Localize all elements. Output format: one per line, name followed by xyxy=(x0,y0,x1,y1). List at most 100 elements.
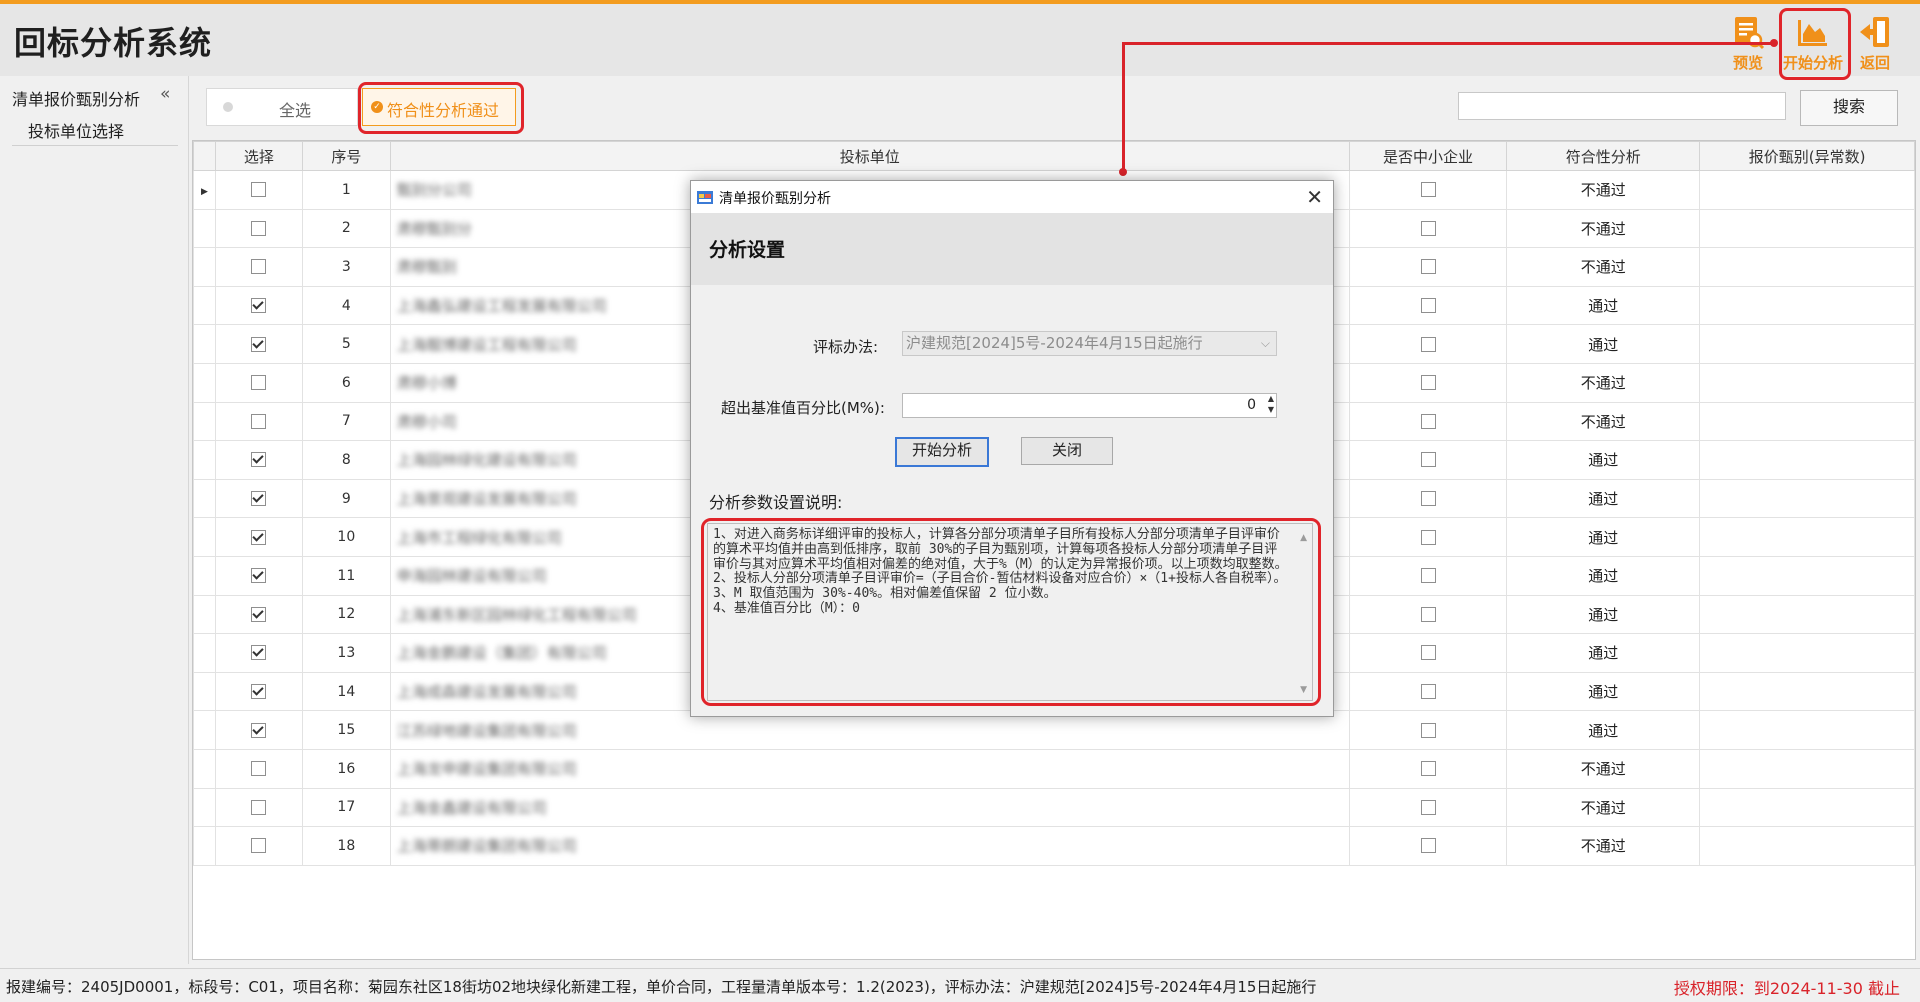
app-header: 回标分析系统 预览 开始分析 返回 xyxy=(0,4,1920,80)
compliance-cell: 通过 xyxy=(1506,440,1701,480)
sme-cell xyxy=(1348,517,1508,557)
return-button[interactable]: 返回 xyxy=(1846,14,1904,76)
method-select[interactable]: 沪建规范[2024]5号-2024年4月15日起施行 ⌵ xyxy=(902,331,1277,356)
bidder-text: 上海成森建设发展有限公司 xyxy=(396,683,577,702)
search-button[interactable]: 搜索 xyxy=(1800,90,1898,126)
price-screening-cell xyxy=(1699,324,1915,364)
sme-checkbox[interactable] xyxy=(1420,722,1436,738)
seq-cell: 2 xyxy=(301,208,391,249)
select-checkbox[interactable] xyxy=(251,336,267,352)
close-icon[interactable]: ✕ xyxy=(1306,185,1323,209)
select-checkbox[interactable] xyxy=(251,684,267,700)
row-indicator xyxy=(193,633,216,673)
select-checkbox[interactable] xyxy=(251,799,267,815)
select-all-option[interactable]: 全选 xyxy=(206,88,358,126)
sme-checkbox[interactable] xyxy=(1420,452,1436,468)
select-checkbox[interactable] xyxy=(251,220,267,236)
seq-text: 17 xyxy=(337,799,356,816)
sme-checkbox[interactable] xyxy=(1420,684,1436,700)
dialog-titlebar[interactable]: 清单报价甄别分析 ✕ xyxy=(691,181,1333,213)
close-dialog-button[interactable]: 关闭 xyxy=(1021,437,1113,465)
col-seq[interactable]: 序号 xyxy=(301,141,391,171)
select-checkbox[interactable] xyxy=(251,645,267,661)
sme-checkbox[interactable] xyxy=(1420,220,1436,236)
sme-checkbox[interactable] xyxy=(1420,375,1436,391)
price-screening-cell xyxy=(1699,826,1915,866)
select-checkbox[interactable] xyxy=(251,375,267,391)
select-checkbox[interactable] xyxy=(251,606,267,622)
col-compliance[interactable]: 符合性分析 xyxy=(1506,141,1701,171)
compliance-cell: 不通过 xyxy=(1506,787,1701,828)
row-indicator xyxy=(193,555,216,596)
sidebar-item-bidder-selection[interactable]: 投标单位选择 xyxy=(12,118,178,146)
select-checkbox[interactable] xyxy=(251,761,267,777)
select-checkbox[interactable] xyxy=(251,298,267,314)
sme-cell xyxy=(1348,710,1508,750)
sme-cell xyxy=(1348,170,1508,210)
select-checkbox[interactable] xyxy=(251,529,267,545)
sme-cell xyxy=(1348,401,1508,442)
table-row[interactable]: 16 上海龙申建设集团有限公司 不通过 xyxy=(193,748,1915,789)
select-all-label: 全选 xyxy=(279,101,312,120)
sme-checkbox[interactable] xyxy=(1420,491,1436,507)
sme-checkbox[interactable] xyxy=(1420,761,1436,777)
spin-down-icon[interactable]: ▼ xyxy=(1268,405,1274,414)
col-price-screening[interactable]: 报价甄别(异常数) xyxy=(1699,141,1915,171)
start-analysis-dialog-button[interactable]: 开始分析 xyxy=(895,437,989,467)
select-checkbox[interactable] xyxy=(251,491,267,507)
sme-checkbox[interactable] xyxy=(1420,413,1436,429)
row-indicator xyxy=(193,401,216,442)
sme-checkbox[interactable] xyxy=(1420,568,1436,584)
compliance-text: 通过 xyxy=(1588,683,1619,702)
sme-checkbox[interactable] xyxy=(1420,645,1436,661)
compliance-text: 不通过 xyxy=(1580,412,1626,431)
select-checkbox[interactable] xyxy=(251,568,267,584)
compliance-text: 通过 xyxy=(1588,335,1619,354)
preview-label: 预览 xyxy=(1732,54,1763,72)
sme-checkbox[interactable] xyxy=(1420,182,1436,198)
select-checkbox[interactable] xyxy=(251,452,267,468)
select-checkbox[interactable] xyxy=(251,838,267,854)
select-checkbox[interactable] xyxy=(251,413,267,429)
sme-checkbox[interactable] xyxy=(1420,259,1436,275)
bidder-text: 甄别分公司 xyxy=(396,181,472,200)
compliance-text: 通过 xyxy=(1588,451,1619,470)
preview-button[interactable]: 预览 xyxy=(1719,14,1777,76)
sme-checkbox[interactable] xyxy=(1420,336,1436,352)
percent-stepper[interactable]: 0 ▲ ▼ xyxy=(902,393,1277,418)
price-screening-cell xyxy=(1699,748,1915,789)
seq-cell: 18 xyxy=(301,826,391,866)
sidebar-collapse-icon[interactable]: « xyxy=(160,84,170,104)
compliance-text: 通过 xyxy=(1588,297,1619,316)
compliance-text: 不通过 xyxy=(1580,760,1626,779)
search-input[interactable] xyxy=(1458,92,1786,120)
sme-checkbox[interactable] xyxy=(1420,838,1436,854)
table-row[interactable]: 18 上海蒂朗建设集团有限公司 不通过 xyxy=(193,826,1915,866)
row-indicator xyxy=(193,208,216,249)
row-indicator xyxy=(193,517,216,557)
bidder-text: 肃穆小司 xyxy=(396,412,457,431)
col-select[interactable]: 选择 xyxy=(214,141,303,171)
row-indicator xyxy=(193,247,216,287)
filter-bar: 全选 ✓ 符合性分析通过 搜索 xyxy=(192,80,1916,136)
select-checkbox[interactable] xyxy=(251,722,267,738)
sme-checkbox[interactable] xyxy=(1420,799,1436,815)
table-row[interactable]: 17 上海金鑫建设有限公司 不通过 xyxy=(193,787,1915,828)
sme-checkbox[interactable] xyxy=(1420,606,1436,622)
select-checkbox[interactable] xyxy=(251,182,267,198)
col-bidder[interactable]: 投标单位 xyxy=(389,141,1350,171)
spin-up-icon[interactable]: ▲ xyxy=(1268,394,1274,403)
sme-checkbox[interactable] xyxy=(1420,298,1436,314)
seq-text: 10 xyxy=(337,529,356,546)
col-sme[interactable]: 是否中小企业 xyxy=(1348,141,1508,171)
notes-highlight xyxy=(701,518,1321,706)
sme-checkbox[interactable] xyxy=(1420,529,1436,545)
sme-cell xyxy=(1348,671,1508,712)
seq-cell: 11 xyxy=(301,555,391,596)
seq-text: 7 xyxy=(341,413,351,430)
return-label: 返回 xyxy=(1859,54,1890,72)
compliance-text: 不通过 xyxy=(1580,374,1626,393)
sme-cell xyxy=(1348,478,1508,519)
select-checkbox[interactable] xyxy=(251,259,267,275)
compliance-text: 通过 xyxy=(1588,721,1619,740)
